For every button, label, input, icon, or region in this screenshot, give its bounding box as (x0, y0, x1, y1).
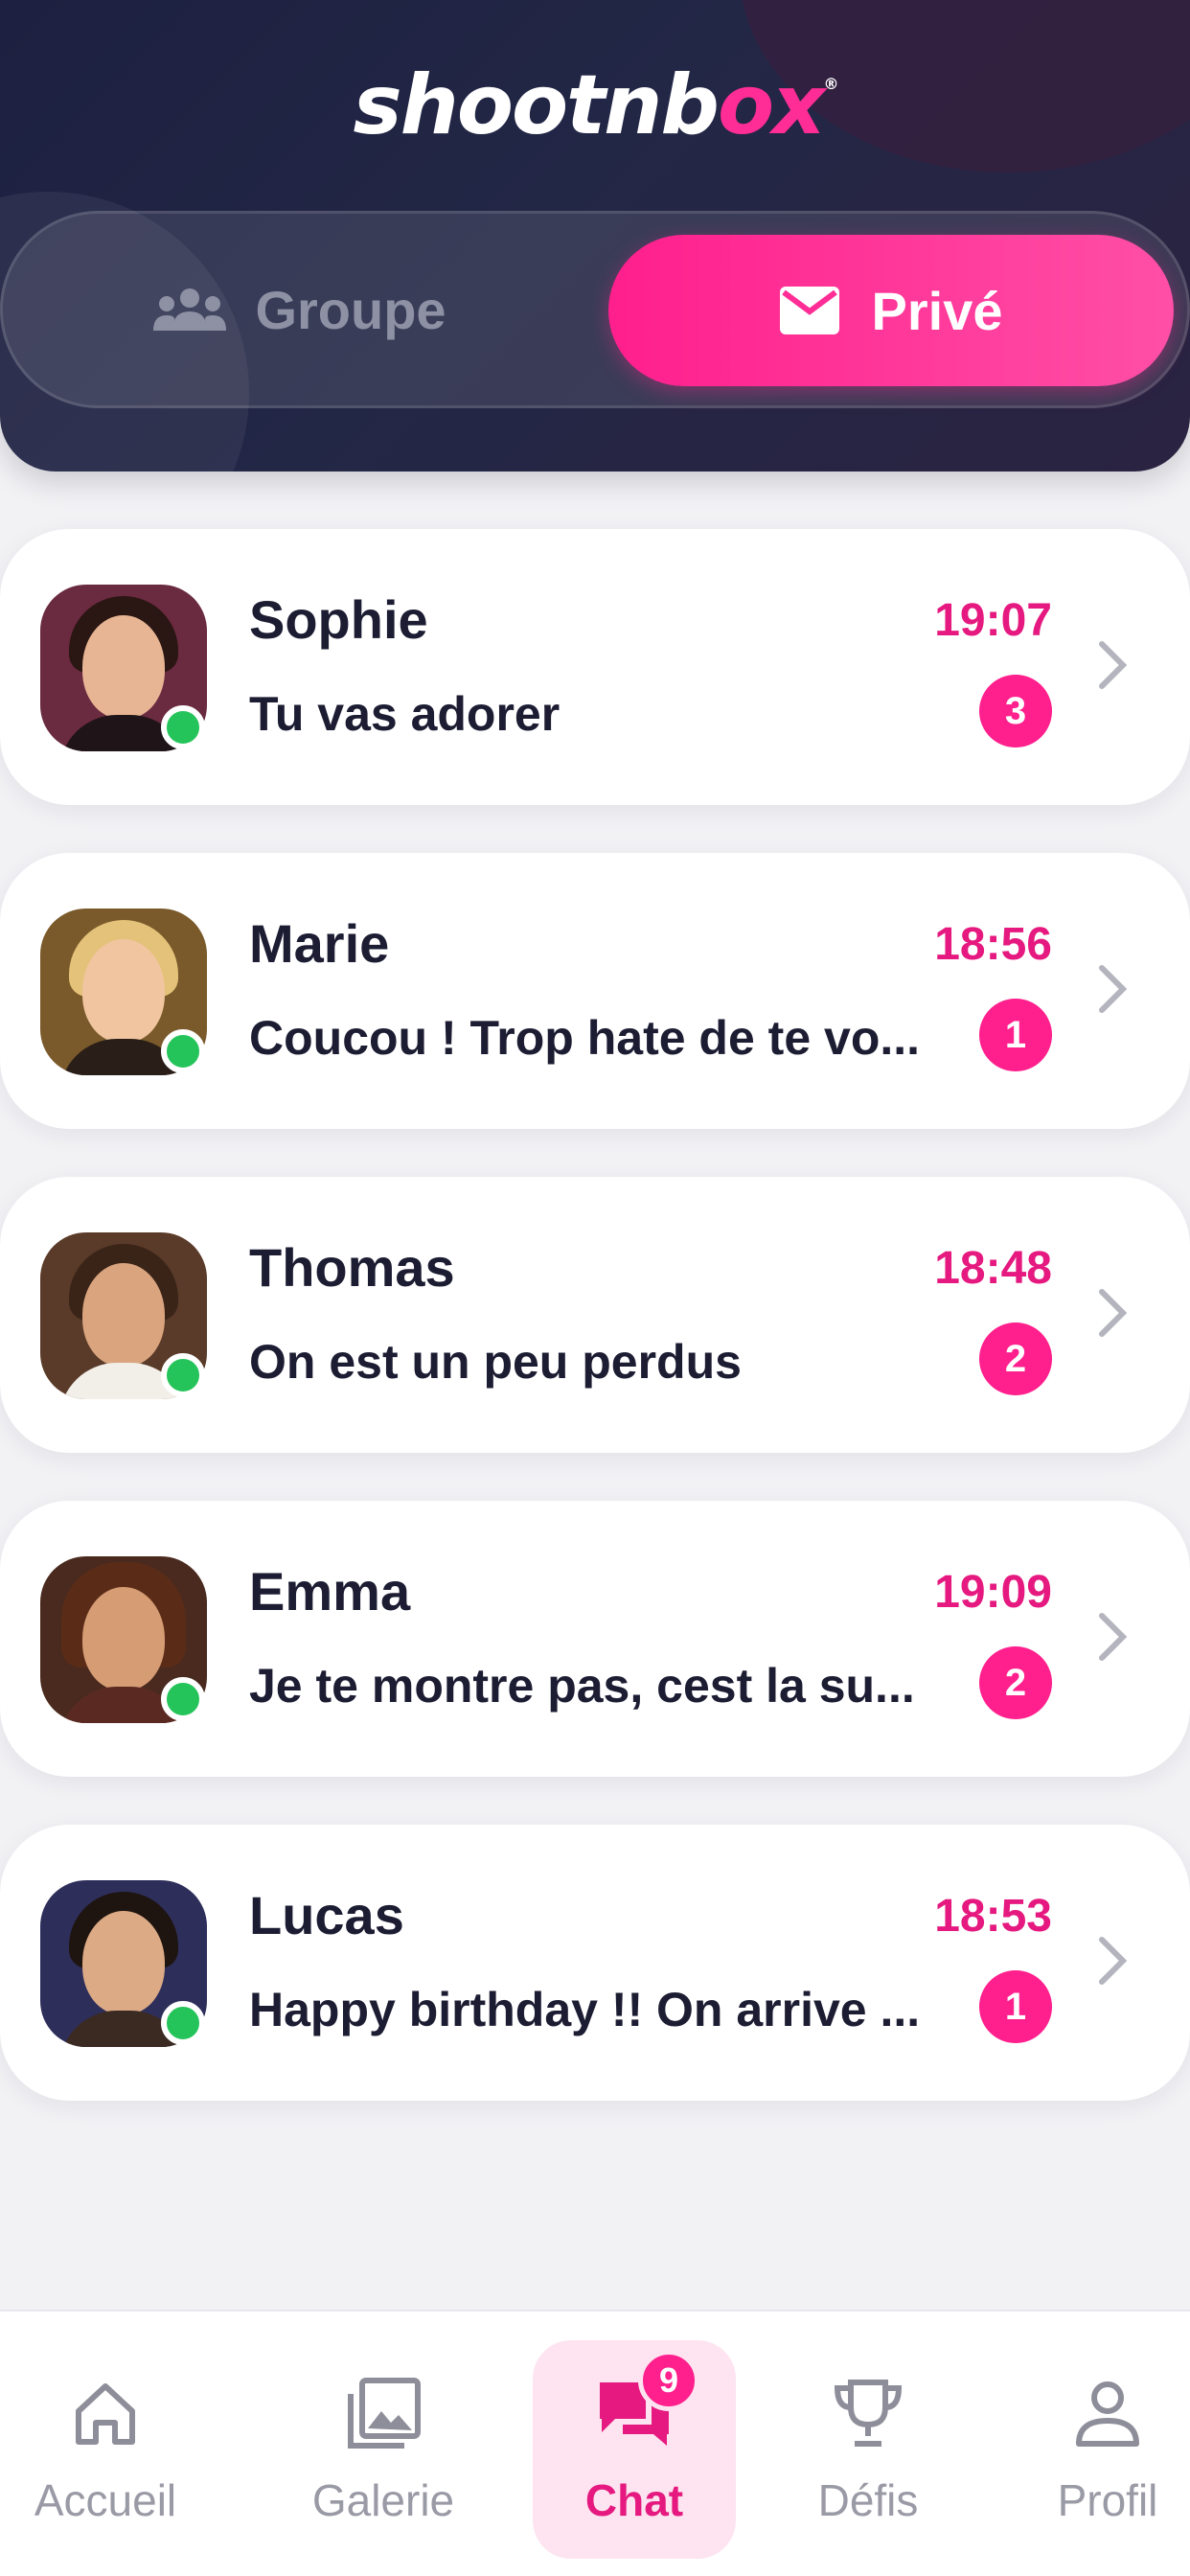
contact-name: Marie (249, 913, 390, 974)
mail-icon (779, 287, 839, 334)
message-time: 18:53 (934, 1891, 1052, 1942)
message-preview: Je te montre pas, cest la su... (249, 1659, 915, 1713)
unread-badge: 1 (979, 1970, 1052, 2043)
trophy-icon (834, 2380, 903, 2447)
conversation-item[interactable]: Marie 18:56 Coucou ! Trop hate de te vo.… (0, 853, 1190, 1129)
message-preview: Tu vas adorer (249, 687, 561, 741)
tab-groupe[interactable]: Groupe (3, 214, 597, 405)
group-icon (153, 288, 227, 331)
conversation-item[interactable]: Lucas 18:53 Happy birthday !! On arrive … (0, 1825, 1190, 2101)
message-time: 18:56 (934, 919, 1052, 970)
nav-label: Profil (1057, 2475, 1158, 2525)
gallery-icon (348, 2378, 421, 2449)
nav-profil[interactable]: Profil (1002, 2312, 1190, 2576)
message-time: 19:07 (934, 595, 1052, 646)
online-indicator (161, 1029, 205, 1073)
bottom-navigation: Accueil Galerie Chat Défis Profil (0, 2310, 1190, 2576)
nav-label: Chat (584, 2475, 684, 2525)
message-preview: On est un peu perdus (249, 1335, 742, 1389)
message-preview: Happy birthday !! On arrive ... (249, 1983, 921, 2036)
contact-name: Lucas (249, 1885, 404, 1945)
chevron-right-icon (1099, 1289, 1128, 1337)
unread-badge: 1 (979, 999, 1052, 1071)
chevron-right-icon (1099, 1937, 1128, 1985)
chat-unread-badge: 9 (638, 2350, 699, 2411)
chevron-right-icon (1099, 1613, 1128, 1661)
nav-galerie[interactable]: Galerie (278, 2312, 489, 2576)
nav-label: Défis (817, 2475, 919, 2525)
nav-label: Accueil (34, 2475, 177, 2525)
chat-type-switcher: Groupe Privé (0, 211, 1190, 408)
message-preview: Coucou ! Trop hate de te vo... (249, 1011, 921, 1065)
home-icon (76, 2383, 135, 2445)
contact-name: Sophie (249, 589, 428, 650)
app-header: shootnbox® Groupe Privé (0, 0, 1190, 472)
nav-chat[interactable]: Chat (529, 2312, 740, 2576)
online-indicator (161, 1677, 205, 1721)
unread-badge: 2 (979, 1322, 1052, 1395)
tab-groupe-label: Groupe (255, 279, 446, 340)
nav-defis[interactable]: Défis (763, 2312, 973, 2576)
profile-icon (1076, 2381, 1139, 2447)
chevron-right-icon (1099, 965, 1128, 1013)
message-time: 18:48 (934, 1243, 1052, 1294)
conversation-item[interactable]: Thomas 18:48 On est un peu perdus 2 (0, 1177, 1190, 1453)
online-indicator (161, 705, 205, 749)
conversation-item[interactable]: Emma 19:09 Je te montre pas, cest la su.… (0, 1501, 1190, 1777)
conversation-item[interactable]: Sophie 19:07 Tu vas adorer 3 (0, 529, 1190, 805)
nav-accueil[interactable]: Accueil (0, 2312, 211, 2576)
message-time: 19:09 (934, 1567, 1052, 1618)
online-indicator (161, 2001, 205, 2045)
contact-name: Emma (249, 1561, 411, 1622)
unread-badge: 2 (979, 1646, 1052, 1719)
online-indicator (161, 1353, 205, 1397)
tab-prive[interactable]: Privé (608, 235, 1174, 386)
nav-label: Galerie (311, 2475, 455, 2525)
app-logo: shootnbox® (353, 58, 838, 153)
contact-name: Thomas (249, 1237, 455, 1298)
unread-badge: 3 (979, 675, 1052, 748)
tab-prive-label: Privé (871, 280, 1003, 341)
chevron-right-icon (1099, 641, 1128, 689)
